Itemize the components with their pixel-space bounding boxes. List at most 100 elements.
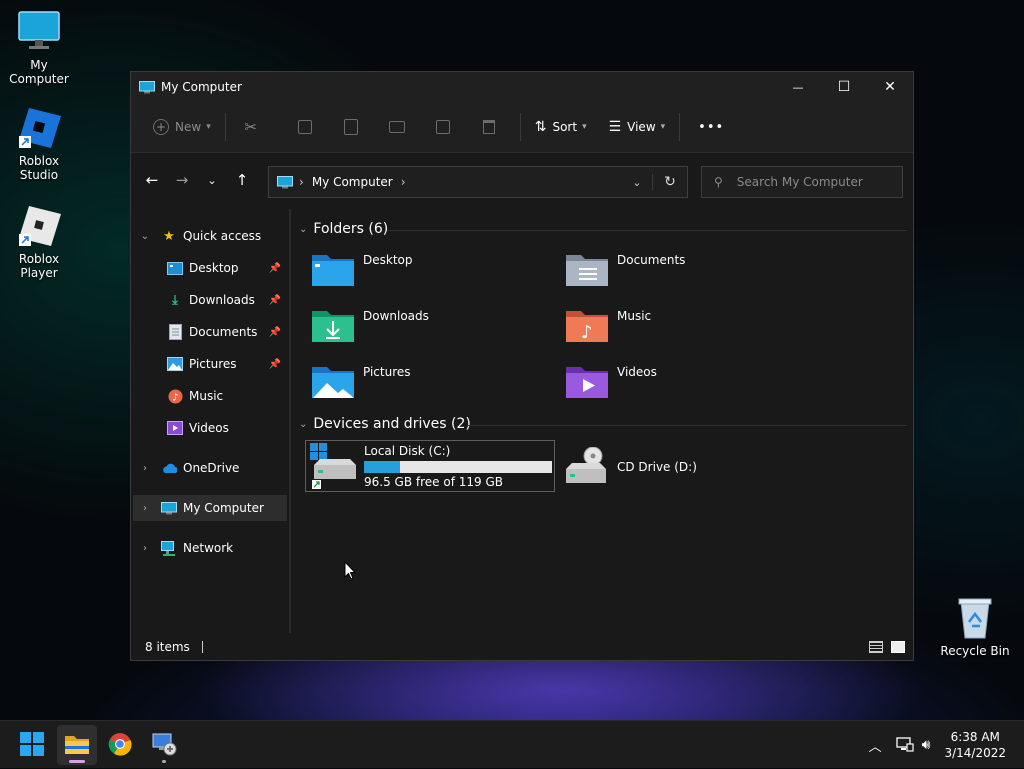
title-bar[interactable]: My Computer — ☐ ✕ [131,72,913,102]
up-button[interactable]: ↑ [227,165,257,195]
folder-item-documents[interactable]: Documents [565,247,815,293]
more-options-button[interactable]: ••• [692,111,730,143]
sidebar-item-desktop[interactable]: Desktop 📌 [133,255,287,281]
minimize-button[interactable]: — [775,72,821,102]
group-divider [387,230,907,231]
taskbar-chrome[interactable] [100,725,140,765]
refresh-button[interactable]: ↻ [652,174,687,190]
pin-icon: 📌 [268,326,281,338]
show-hidden-icons-button[interactable]: ︿ [869,736,882,755]
window-title: My Computer [161,80,242,94]
chevron-down-icon[interactable]: ⌄ [299,224,307,235]
details-view-button[interactable] [869,641,883,653]
breadcrumb-separator[interactable]: › [299,175,304,189]
new-button[interactable]: + New ▾ [147,111,217,143]
folder-item-desktop[interactable]: Desktop [311,247,561,293]
paste-button[interactable] [328,111,374,143]
mouse-cursor-icon [344,560,357,583]
desktop-icon-roblox-player[interactable]: Roblox Player [0,204,78,280]
drive-item-d[interactable]: CD Drive (D:) [563,444,697,490]
file-explorer-icon [64,733,90,758]
chevron-down-icon[interactable]: ⌄ [299,419,307,430]
download-icon: ⤓ [172,292,178,308]
desktop-icon-my-computer[interactable]: My Computer [0,10,78,86]
sidebar-item-onedrive[interactable]: › OneDrive [133,455,287,481]
sidebar-item-label: Downloads [189,293,255,307]
status-bar: 8 items [131,634,913,660]
network-icon [161,540,177,556]
view-button[interactable]: ☰ View ▾ [603,111,672,143]
svg-text:♪: ♪ [172,392,178,403]
drive-item-c[interactable]: Local Disk (C:) 96.5 GB free of 119 GB [305,440,555,492]
sort-button[interactable]: ⇅ Sort ▾ [529,111,593,143]
chevron-down-icon[interactable]: ⌄ [139,231,151,242]
desktop-icon-recycle-bin[interactable]: Recycle Bin [936,596,1014,658]
chevron-down-icon: ▾ [206,122,211,132]
delete-button[interactable] [466,111,512,143]
sidebar-item-quick-access[interactable]: ⌄ ★ Quick access [133,223,287,249]
rename-button[interactable] [374,111,420,143]
breadcrumb-separator[interactable]: › [401,175,622,189]
drive-name: Local Disk (C:) [364,443,451,458]
taskbar-remote-desktop[interactable] [144,725,184,765]
chevron-right-icon[interactable]: › [139,543,151,554]
desktop-folder-icon [167,260,183,276]
chevron-right-icon[interactable]: › [139,503,151,514]
forward-button[interactable]: → [167,165,197,195]
desktop-icon-roblox-studio[interactable]: Roblox Studio [0,106,78,182]
folder-item-videos[interactable]: Videos [565,359,815,405]
folder-item-downloads[interactable]: Downloads [311,303,561,349]
group-header-devices[interactable]: ⌄ Devices and drives (2) [299,416,471,432]
cut-button[interactable]: ✂ [234,111,268,143]
rename-icon [388,121,405,133]
search-icon: ⚲ [714,175,723,189]
sidebar-item-network[interactable]: › Network [133,535,287,561]
maximize-button[interactable]: ☐ [821,72,867,102]
clock[interactable]: 6:38 AM 3/14/2022 [934,729,1024,761]
sidebar-item-documents[interactable]: Documents 📌 [133,319,287,345]
group-header-folders[interactable]: ⌄ Folders (6) [299,221,388,237]
address-dropdown-button[interactable]: ⌄ [622,176,652,189]
toolbar-divider [224,113,226,141]
start-button[interactable] [12,725,52,765]
scissors-icon: ✂ [244,118,257,136]
close-button[interactable]: ✕ [867,72,913,102]
sidebar-item-label: Documents [189,325,258,339]
network-status-icon[interactable] [895,736,914,755]
address-bar[interactable]: › My Computer › ⌄ ↻ [268,166,688,198]
group-divider [467,425,907,426]
breadcrumb-my-computer[interactable]: My Computer [312,175,393,189]
sidebar-item-my-computer[interactable]: › My Computer [133,495,287,521]
back-button[interactable]: ← [137,165,167,195]
volume-icon[interactable]: 🔊︎ [922,737,931,753]
downloads-folder-icon [311,307,355,343]
group-header-label: Folders (6) [313,221,389,237]
search-input[interactable]: Search My Computer [737,175,863,189]
roblox-studio-icon [17,106,61,150]
folder-name: Documents [617,253,686,267]
sidebar-item-label: My Computer [183,501,264,515]
explorer-window: My Computer — ☐ ✕ + New ▾ ✂ ⇅ Sort ▾ ☰ V… [130,71,914,661]
trash-icon [482,120,495,134]
copy-button[interactable] [282,111,328,143]
pictures-folder-icon [311,363,355,399]
sidebar-item-music[interactable]: ♪ Music [133,383,287,409]
sidebar-item-downloads[interactable]: ⤓ Downloads 📌 [133,287,287,313]
search-box[interactable]: ⚲ Search My Computer [701,166,903,198]
large-icons-view-button[interactable] [891,641,905,653]
sidebar-item-label: Quick access [183,229,262,243]
folder-item-music[interactable]: ♪ Music [565,303,815,349]
share-button[interactable] [420,111,466,143]
cd-drive-icon [563,446,609,487]
music-icon: ♪ [167,388,183,404]
content-pane: ⌄ Folders (6) Desktop Documents Download… [291,209,913,633]
recent-locations-button[interactable]: ⌄ [197,165,227,195]
desktop-folder-icon [311,251,355,287]
folder-item-pictures[interactable]: Pictures [311,359,561,405]
pictures-icon [167,356,183,372]
sidebar-item-videos[interactable]: Videos [133,415,287,441]
status-divider [201,641,203,653]
taskbar-file-explorer[interactable] [57,725,97,765]
chevron-right-icon[interactable]: › [139,463,151,474]
sidebar-item-pictures[interactable]: Pictures 📌 [133,351,287,377]
